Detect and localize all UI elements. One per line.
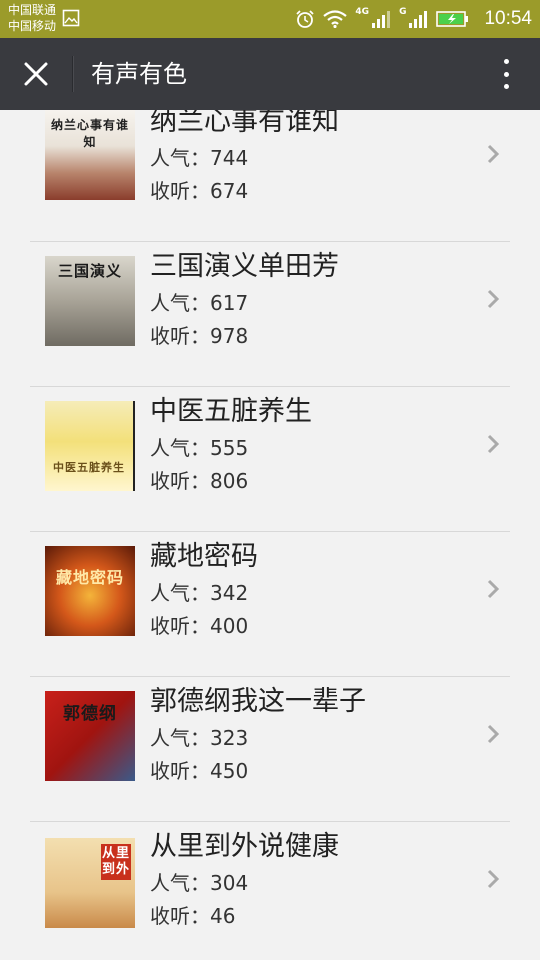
listens-row: 收听：450 xyxy=(150,755,248,784)
wifi-icon xyxy=(323,10,348,28)
chevron-right-icon xyxy=(487,144,500,164)
listens-label: 收听： xyxy=(150,614,210,638)
listens-value: 806 xyxy=(210,469,249,493)
network-type-1: 4G xyxy=(355,7,370,17)
popularity-value: 304 xyxy=(210,871,249,895)
app-bar-divider xyxy=(72,56,74,92)
list-item[interactable]: 从里到外 从里到外说健康 人气：304 收听：46 xyxy=(30,821,510,960)
carrier-1: 中国联通 xyxy=(8,3,57,17)
popularity-label: 人气： xyxy=(150,581,210,605)
listens-value: 400 xyxy=(210,614,249,638)
list-item[interactable]: 中医五脏养生 中医五脏养生 人气：555 收听：806 xyxy=(30,386,510,532)
more-options-button[interactable] xyxy=(498,56,514,92)
item-title: 从里到外说健康 xyxy=(150,831,339,862)
signal-icon-2 xyxy=(409,11,428,28)
popularity-value: 617 xyxy=(210,291,249,315)
app-bar: 有声有色 xyxy=(0,38,540,110)
carrier-info: 中国联通 中国移动 xyxy=(8,2,56,34)
cover-caption: 藏地密码 xyxy=(55,568,124,587)
audio-list[interactable]: 纳兰心事有谁知 纳兰心事有谁知 人气：744 收听：674 三国演义 三国演义单… xyxy=(0,110,540,960)
listens-value: 450 xyxy=(210,759,249,783)
chevron-right-icon xyxy=(487,724,500,744)
clock: 10:54 xyxy=(484,8,532,29)
listens-row: 收听：400 xyxy=(150,610,248,639)
popularity-row: 人气：617 xyxy=(150,287,248,316)
item-title: 纳兰心事有谁知 xyxy=(150,110,339,137)
carrier-2: 中国移动 xyxy=(8,19,57,33)
popularity-label: 人气： xyxy=(150,871,210,895)
listens-row: 收听：978 xyxy=(150,320,248,349)
cover-caption: 三国演义 xyxy=(57,262,122,280)
popularity-row: 人气：744 xyxy=(150,142,248,171)
network-type-2: G xyxy=(399,7,407,17)
popularity-label: 人气： xyxy=(150,291,210,315)
close-button[interactable] xyxy=(18,56,54,92)
more-dot-icon xyxy=(503,71,509,77)
popularity-value: 342 xyxy=(210,581,249,605)
battery-charging-icon xyxy=(436,11,469,27)
cover-image: 从里到外 xyxy=(45,838,135,928)
cover-caption: 郭德纲 xyxy=(63,704,117,724)
popularity-value: 744 xyxy=(210,146,249,170)
popularity-label: 人气： xyxy=(150,726,210,750)
cover-caption: 从里到外 xyxy=(101,844,131,880)
item-title: 中医五脏养生 xyxy=(150,396,312,427)
page-title: 有声有色 xyxy=(91,60,187,88)
item-title: 藏地密码 xyxy=(150,541,258,572)
chevron-right-icon xyxy=(487,579,500,599)
popularity-row: 人气：342 xyxy=(150,577,248,606)
cover-image: 郭德纲 xyxy=(45,691,135,781)
listens-label: 收听： xyxy=(150,179,210,203)
cover-image: 藏地密码 xyxy=(45,546,135,636)
cover-caption: 纳兰心事有谁知 xyxy=(50,118,129,149)
listens-value: 46 xyxy=(210,904,236,928)
popularity-row: 人气：323 xyxy=(150,722,248,751)
listens-row: 收听：46 xyxy=(150,900,235,929)
listens-label: 收听： xyxy=(150,759,210,783)
more-dot-icon xyxy=(503,84,509,89)
listens-label: 收听： xyxy=(150,469,210,493)
more-dot-icon xyxy=(503,59,509,64)
popularity-row: 人气：555 xyxy=(150,432,248,461)
signal-icon-1 xyxy=(372,11,391,28)
close-icon xyxy=(24,62,48,86)
listens-value: 978 xyxy=(210,324,249,348)
status-bar: 中国联通 中国移动 4G G 10:54 xyxy=(0,0,540,38)
popularity-value: 323 xyxy=(210,726,249,750)
popularity-row: 人气：304 xyxy=(150,867,248,896)
alarm-icon xyxy=(296,10,315,28)
list-item[interactable]: 纳兰心事有谁知 纳兰心事有谁知 人气：744 收听：674 xyxy=(30,110,510,242)
cover-image: 三国演义 xyxy=(45,256,135,346)
listens-row: 收听：674 xyxy=(150,175,248,204)
list-item[interactable]: 三国演义 三国演义单田芳 人气：617 收听：978 xyxy=(30,241,510,387)
gallery-icon xyxy=(62,9,80,27)
chevron-right-icon xyxy=(487,434,500,454)
listens-label: 收听： xyxy=(150,904,210,928)
list-item[interactable]: 郭德纲 郭德纲我这一辈子 人气：323 收听：450 xyxy=(30,676,510,822)
listens-label: 收听： xyxy=(150,324,210,348)
popularity-value: 555 xyxy=(210,436,249,460)
status-icons: 4G G 10:54 xyxy=(295,0,532,38)
popularity-label: 人气： xyxy=(150,436,210,460)
listens-value: 674 xyxy=(210,179,249,203)
list-item[interactable]: 藏地密码 藏地密码 人气：342 收听：400 xyxy=(30,531,510,677)
cover-image: 纳兰心事有谁知 xyxy=(45,110,135,200)
chevron-right-icon xyxy=(487,869,500,889)
cover-caption: 中医五脏养生 xyxy=(53,461,125,474)
popularity-label: 人气： xyxy=(150,146,210,170)
chevron-right-icon xyxy=(487,289,500,309)
item-title: 郭德纲我这一辈子 xyxy=(150,686,366,717)
cover-image: 中医五脏养生 xyxy=(45,401,135,491)
item-title: 三国演义单田芳 xyxy=(150,251,339,282)
listens-row: 收听：806 xyxy=(150,465,248,494)
